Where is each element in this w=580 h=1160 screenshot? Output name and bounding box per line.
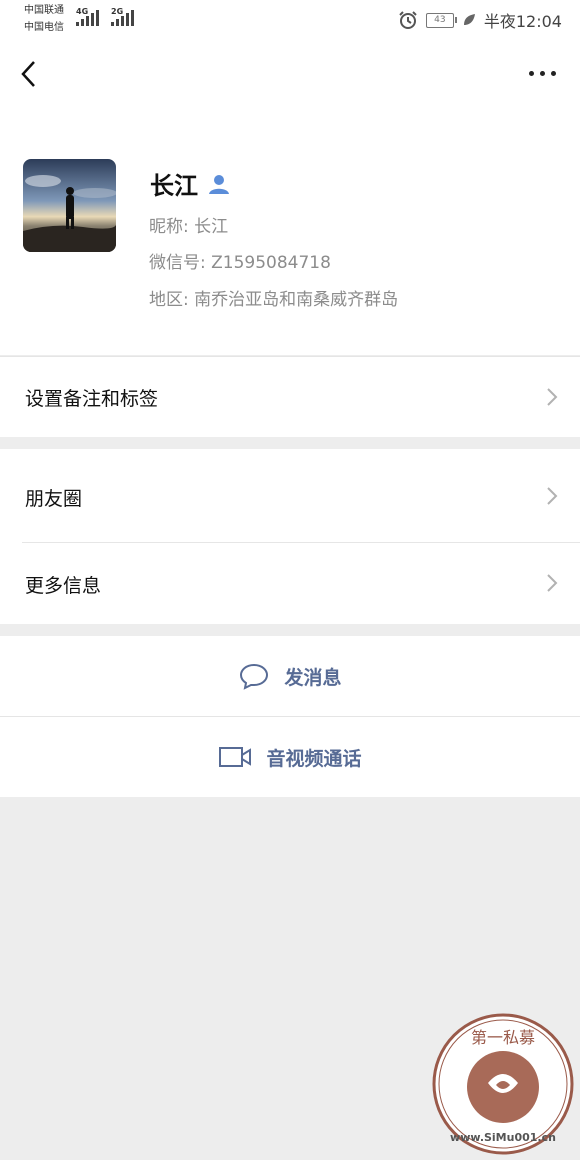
moments-row[interactable]: 朋友圈 [0, 449, 580, 542]
watermark-url: www.SiMu001.cn [450, 1131, 556, 1144]
nickname-text: 昵称: 长江 [149, 217, 229, 237]
chevron-right-icon [547, 388, 558, 406]
avatar[interactable] [23, 159, 116, 252]
chat-bubble-icon [240, 663, 269, 690]
status-bar: 中国联通 中国电信 4G 2G 43 半夜12:04 [0, 0, 580, 40]
video-call-label: 音视频通话 [266, 747, 362, 770]
nav-bar [0, 40, 580, 110]
profile-card: 长江 昵称: 长江 微信号: Z1595084718 地区: 南乔治亚岛和南桑威… [0, 110, 580, 355]
chevron-right-icon [547, 487, 558, 505]
contact-person-icon [209, 174, 229, 194]
more-info-label: 更多信息 [25, 575, 102, 597]
more-options-icon[interactable] [524, 62, 560, 84]
carrier-1: 中国联通 [24, 5, 64, 16]
signal-2g-icon: 2G [111, 7, 134, 26]
battery-icon: 43 [425, 12, 457, 28]
send-message-label: 发消息 [284, 666, 342, 689]
signal-4g-icon: 4G [76, 7, 99, 26]
alarm-icon [399, 11, 417, 29]
battery-level: 43 [434, 15, 446, 25]
remark-tags-label: 设置备注和标签 [25, 388, 159, 410]
contact-name: 长江 [150, 172, 198, 200]
video-camera-icon [219, 747, 252, 767]
wechat-id-text: 微信号: Z1595084718 [149, 253, 331, 273]
remark-tags-row[interactable]: 设置备注和标签 [0, 356, 580, 437]
video-call-button[interactable]: 音视频通话 [0, 717, 580, 797]
carrier-2: 中国电信 [24, 22, 64, 33]
more-info-row[interactable]: 更多信息 [0, 543, 580, 624]
leaf-icon [463, 14, 475, 25]
watermark-logo: 第一私募 www.SiMu001.cn [432, 1013, 574, 1155]
clock: 半夜12:04 [483, 12, 562, 31]
info-group: 朋友圈 更多信息 [0, 449, 580, 624]
back-icon[interactable] [16, 56, 46, 92]
moments-label: 朋友圈 [25, 488, 83, 510]
watermark-title: 第一私募 [471, 1028, 535, 1047]
send-message-button[interactable]: 发消息 [0, 636, 580, 716]
region-text: 地区: 南乔治亚岛和南桑威齐群岛 [149, 290, 399, 310]
chevron-right-icon [547, 574, 558, 592]
